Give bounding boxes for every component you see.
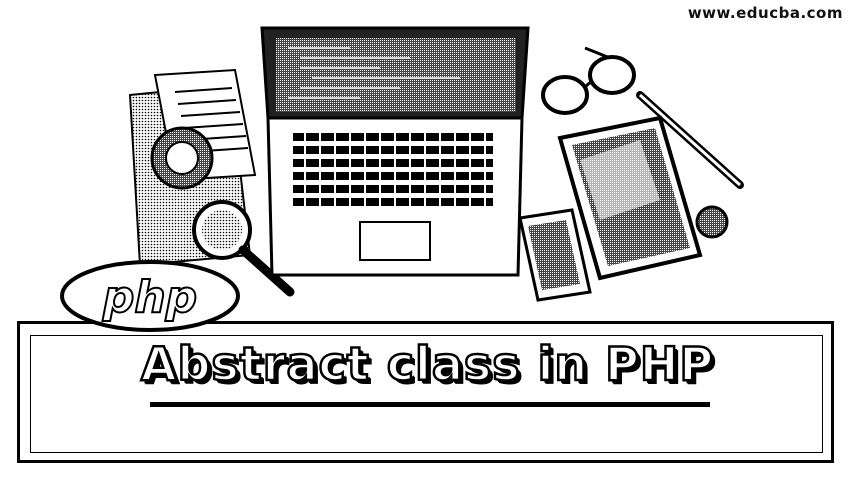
php-logo: php xyxy=(60,260,240,332)
camera-icon xyxy=(695,205,729,239)
laptop-icon xyxy=(260,26,530,277)
page-title: Abstract class in PHP xyxy=(140,336,715,393)
smartphone-icon xyxy=(518,208,592,302)
eyeglasses-icon xyxy=(541,46,636,115)
title-underline xyxy=(150,402,710,407)
svg-text:php: php xyxy=(102,272,197,323)
